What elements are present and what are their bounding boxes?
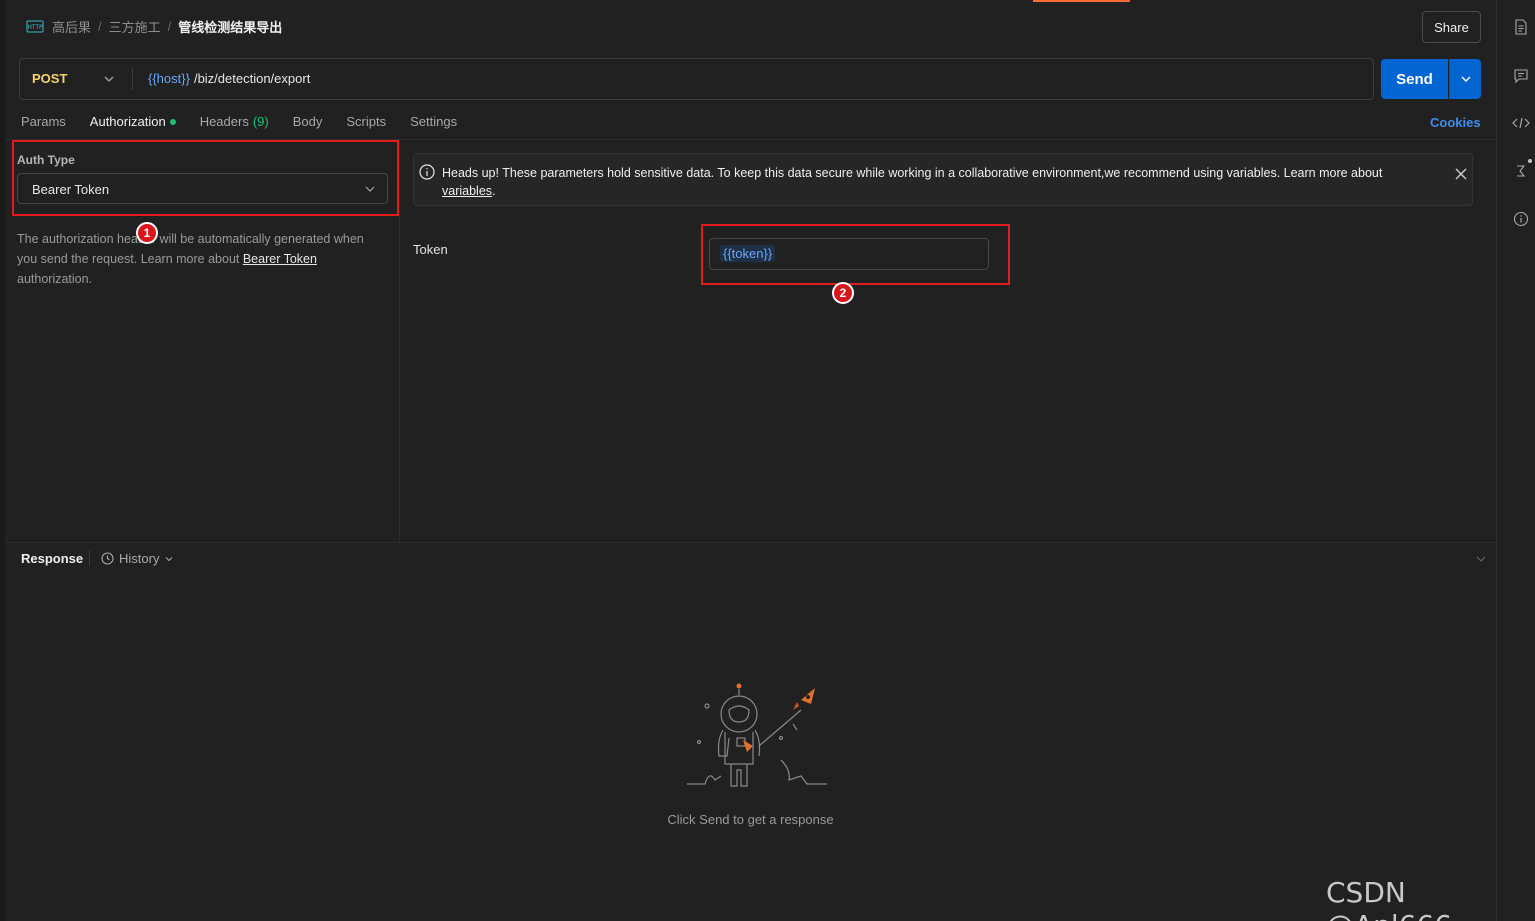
token-label: Token xyxy=(413,242,448,257)
warning-text: Heads up! These parameters hold sensitiv… xyxy=(442,164,1432,200)
request-tabs: Params Authorization Headers (9) Body Scr… xyxy=(21,112,457,140)
annotation-marker-1: 1 xyxy=(136,222,158,244)
chevron-down-icon[interactable] xyxy=(102,72,116,86)
empty-response-text: Click Send to get a response xyxy=(667,812,834,827)
notification-dot xyxy=(1528,159,1532,163)
annotation-box-1 xyxy=(12,140,399,216)
divider xyxy=(89,550,90,566)
document-icon[interactable] xyxy=(1512,18,1530,36)
history-icon xyxy=(101,552,114,565)
close-icon[interactable] xyxy=(1453,166,1469,182)
send-button[interactable]: Send xyxy=(1381,59,1448,99)
divider xyxy=(132,68,133,90)
variables-link[interactable]: variables xyxy=(442,184,492,198)
collapse-response-icon[interactable] xyxy=(1474,552,1488,566)
tab-label: Headers xyxy=(199,114,249,129)
history-label: History xyxy=(119,551,160,566)
cookies-link[interactable]: Cookies xyxy=(1430,115,1481,130)
http-icon: HTTP xyxy=(25,19,45,33)
svg-text:HTTP: HTTP xyxy=(27,24,43,31)
auth-description: The authorization header will be automat… xyxy=(17,229,387,289)
breadcrumb-folder[interactable]: 三方施工 xyxy=(109,17,161,36)
tab-params[interactable]: Params xyxy=(21,112,66,140)
tab-scripts[interactable]: Scripts xyxy=(346,112,386,140)
bearer-token-link[interactable]: Bearer Token xyxy=(243,252,317,266)
sensitive-data-warning: Heads up! These parameters hold sensitiv… xyxy=(413,153,1473,206)
share-button[interactable]: Share xyxy=(1422,11,1481,43)
tab-settings[interactable]: Settings xyxy=(410,112,457,140)
tab-headers[interactable]: Headers (9) xyxy=(200,112,269,140)
watermark: CSDN @Anl666 xyxy=(1326,876,1452,921)
request-name[interactable]: 管线检测结果导出 xyxy=(178,17,282,36)
url-variable: {{host}} xyxy=(148,71,190,86)
code-icon[interactable] xyxy=(1512,114,1530,132)
app-window: HTTP 高后果 / 三方施工 / 管线检测结果导出 Share POST {{… xyxy=(0,0,1535,921)
history-button[interactable]: History xyxy=(100,551,175,566)
response-title[interactable]: Response xyxy=(21,551,83,566)
breadcrumb-separator: / xyxy=(167,18,172,34)
url-path: /biz/detection/export xyxy=(193,71,311,86)
divider xyxy=(5,542,1496,543)
request-workspace: HTTP 高后果 / 三方施工 / 管线检测结果导出 Share POST {{… xyxy=(5,0,1496,921)
tab-label: Scripts xyxy=(346,114,387,129)
chevron-down-icon xyxy=(1461,76,1470,82)
headers-count-badge: (9) xyxy=(252,114,269,129)
tab-label: Settings xyxy=(410,114,458,129)
breadcrumb: HTTP 高后果 / 三方施工 / 管线检测结果导出 xyxy=(25,16,282,36)
breadcrumb-separator: / xyxy=(98,18,102,34)
info-icon[interactable] xyxy=(1512,210,1530,228)
url-input[interactable]: {{host}} /biz/detection/export xyxy=(148,71,310,86)
astronaut-illustration xyxy=(687,683,827,787)
send-options-button[interactable] xyxy=(1449,59,1481,99)
tab-authorization[interactable]: Authorization xyxy=(89,112,176,140)
status-dot xyxy=(169,119,176,125)
annotation-marker-2: 2 xyxy=(832,282,854,304)
right-sidebar xyxy=(1496,0,1535,921)
method-select[interactable]: POST xyxy=(32,71,67,86)
breadcrumb-collection[interactable]: 高后果 xyxy=(52,17,91,36)
warning-tail: . xyxy=(492,184,496,198)
tab-body[interactable]: Body xyxy=(293,112,323,140)
annotation-box-2 xyxy=(701,224,1010,285)
warning-message: Heads up! These parameters hold sensitiv… xyxy=(442,166,1383,180)
related-icon[interactable] xyxy=(1512,162,1530,180)
tab-label: Params xyxy=(21,114,66,129)
tab-label: Authorization xyxy=(89,114,166,129)
tab-label: Body xyxy=(292,114,323,129)
request-url-bar: POST {{host}} /biz/detection/export xyxy=(19,58,1374,100)
chevron-down-icon xyxy=(166,556,173,561)
auth-description-tail: authorization. xyxy=(17,272,93,286)
info-icon xyxy=(418,163,436,181)
comment-icon[interactable] xyxy=(1512,66,1530,84)
